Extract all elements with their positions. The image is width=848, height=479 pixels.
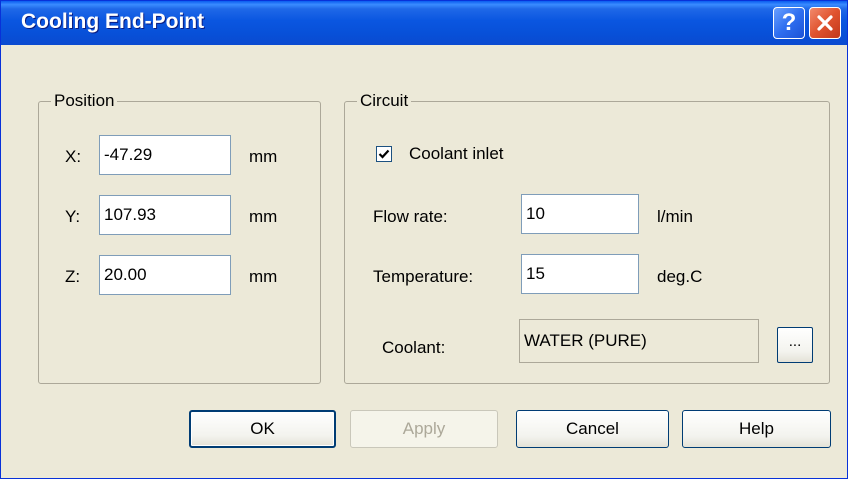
title-close-button[interactable] <box>809 7 841 39</box>
x-input[interactable] <box>99 135 231 175</box>
y-label: Y: <box>65 207 81 226</box>
close-x-icon <box>817 15 833 31</box>
checkmark-icon <box>378 149 390 159</box>
window-title: Cooling End-Point <box>21 10 205 33</box>
temperature-unit: deg.C <box>657 267 703 286</box>
y-input[interactable] <box>99 195 231 235</box>
position-group-label: Position <box>51 91 118 111</box>
flow-rate-unit: l/min <box>657 207 693 226</box>
circuit-group-label: Circuit <box>357 91 412 111</box>
y-unit: mm <box>249 207 278 226</box>
cancel-button[interactable]: Cancel <box>516 410 669 448</box>
coolant-browse-button[interactable]: ... <box>777 327 813 363</box>
x-label: X: <box>65 147 82 166</box>
flow-rate-label: Flow rate: <box>373 207 448 226</box>
coolant-field[interactable] <box>519 319 759 363</box>
question-mark-icon: ? <box>781 9 797 36</box>
temperature-input[interactable] <box>521 254 639 294</box>
z-unit: mm <box>249 267 278 286</box>
z-input[interactable] <box>99 255 231 295</box>
title-bar[interactable]: Cooling End-Point ? <box>1 1 847 45</box>
x-unit: mm <box>249 147 278 166</box>
dialog-window: Cooling End-Point ? Position X: mm Y: mm… <box>0 0 848 479</box>
coolant-label: Coolant: <box>382 338 446 357</box>
temperature-label: Temperature: <box>373 267 474 286</box>
apply-button[interactable]: Apply <box>350 410 498 448</box>
ok-button[interactable]: OK <box>189 410 336 448</box>
coolant-inlet-checkbox[interactable] <box>376 146 392 162</box>
title-help-button[interactable]: ? <box>773 7 805 39</box>
flow-rate-input[interactable] <box>521 194 639 234</box>
z-label: Z: <box>65 267 81 286</box>
help-button[interactable]: Help <box>682 410 831 448</box>
coolant-inlet-label[interactable]: Coolant inlet <box>409 144 504 164</box>
